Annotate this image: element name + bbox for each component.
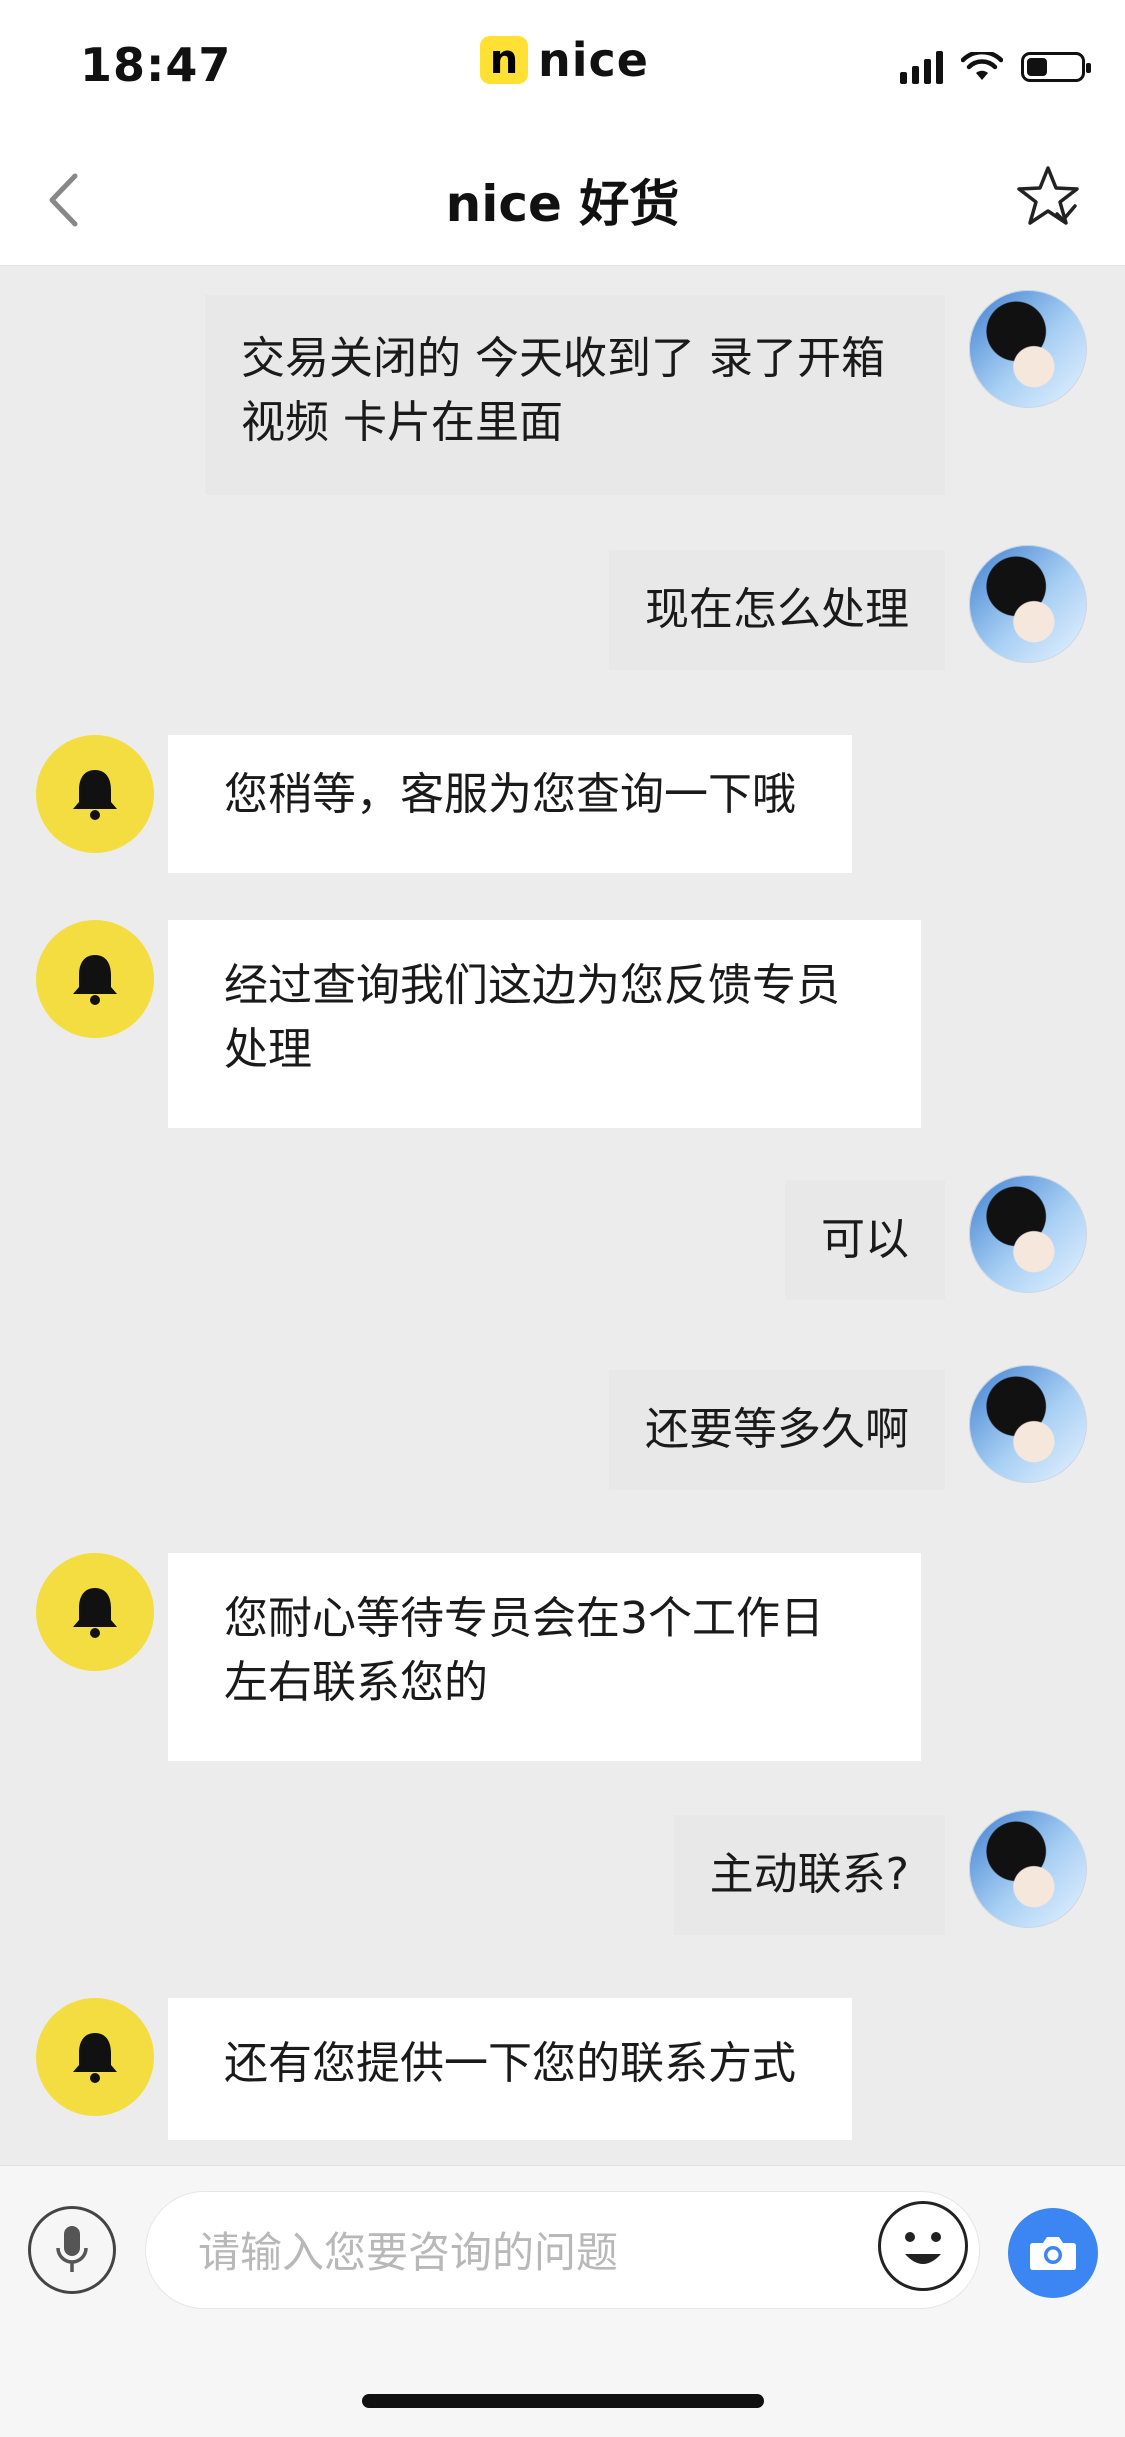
message-bubble: 您稍等，客服为您查询一下哦 [168,735,852,873]
chat-message-user: 交易关闭的 今天收到了 录了开箱视频 卡片在里面 [0,265,1125,515]
wifi-icon [961,52,1003,80]
message-bubble: 可以 [785,1180,945,1300]
bot-avatar [36,1998,154,2116]
clock: 18:47 [80,38,232,92]
status-bar: 18:47 n nice [0,0,1125,130]
user-avatar [969,290,1087,408]
brand-badge: n [480,36,528,84]
bell-icon [73,1588,117,1638]
home-indicator[interactable] [362,2394,764,2408]
brand-name: nice [538,33,649,87]
message-bubble: 还有您提供一下您的联系方式 [168,1998,852,2140]
star-icon[interactable] [1013,162,1083,232]
emoji-face [905,2232,941,2264]
microphone-icon [56,2226,88,2272]
message-bubble: 还要等多久啊 [609,1370,945,1490]
microphone-button[interactable] [28,2206,116,2294]
page-title: nice 好货 [445,175,680,233]
message-text-field[interactable] [196,2212,900,2292]
chat-message-user: 可以 [0,1175,1125,1315]
camera-icon [1030,2237,1076,2270]
battery-icon [1021,52,1091,82]
emoji-icon[interactable] [878,2201,968,2291]
message-bubble: 现在怎么处理 [609,550,945,670]
bot-avatar [36,920,154,1038]
nav-bar: nice 好货 [0,130,1125,266]
brand-logo: n nice [480,30,649,90]
user-avatar [969,1810,1087,1928]
user-avatar [969,1175,1087,1293]
user-avatar [969,1365,1087,1483]
bell-icon [73,955,117,1005]
chat-message-bot: 还有您提供一下您的联系方式 [0,1998,1125,2143]
message-bubble: 主动联系? [673,1815,945,1935]
user-avatar [969,545,1087,663]
message-bubble: 您耐心等待专员会在3个工作日左右联系您的 [168,1553,921,1761]
chat-list: 交易关闭的 今天收到了 录了开箱视频 卡片在里面 现在怎么处理 您稍等，客服为您… [0,265,1125,2165]
message-input[interactable] [145,2191,980,2309]
chat-message-user: 还要等多久啊 [0,1365,1125,1505]
bot-avatar [36,1553,154,1671]
chat-message-bot: 经过查询我们这边为您反馈专员处理 [0,920,1125,1130]
bell-icon [73,770,117,820]
chat-message-user: 主动联系? [0,1810,1125,1950]
chat-message-user: 现在怎么处理 [0,545,1125,685]
chat-message-bot: 您耐心等待专员会在3个工作日左右联系您的 [0,1553,1125,1763]
bot-avatar [36,735,154,853]
chat-message-bot: 您稍等，客服为您查询一下哦 [0,735,1125,875]
status-icons [900,50,1091,84]
bell-icon [73,2033,117,2083]
signal-icon [900,50,943,84]
message-bubble: 经过查询我们这边为您反馈专员处理 [168,920,921,1128]
message-bubble: 交易关闭的 今天收到了 录了开箱视频 卡片在里面 [205,295,945,495]
camera-button[interactable] [1008,2208,1098,2298]
